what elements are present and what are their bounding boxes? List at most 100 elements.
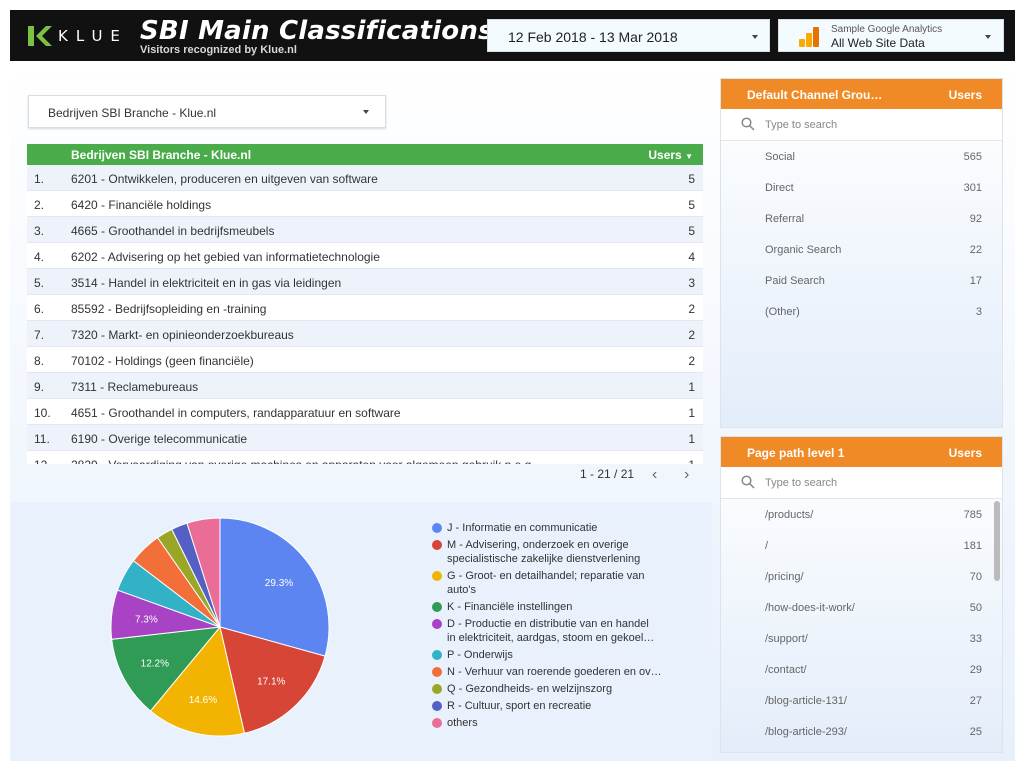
row-users: 5: [688, 172, 695, 186]
list-item[interactable]: / 181: [721, 530, 1002, 561]
row-index: 8.: [34, 354, 45, 368]
scrollbar[interactable]: [994, 501, 1000, 581]
legend-item[interactable]: others: [432, 716, 662, 730]
list-item[interactable]: /pricing/70: [721, 561, 1002, 592]
pagination-label: 1 - 21 / 21: [580, 467, 635, 481]
legend-label-line: K - Financiële instellingen: [447, 601, 573, 613]
row-users: 2: [688, 328, 695, 342]
list-item[interactable]: /contact/29: [721, 654, 1002, 685]
list-item[interactable]: /support/33: [721, 623, 1002, 654]
legend-item[interactable]: Q - Gezondheids- en welzijnszorg: [432, 682, 662, 696]
list-item[interactable]: Paid Search 17: [721, 265, 1002, 296]
list-item-value: 565: [963, 151, 982, 163]
list-item[interactable]: Referral 92: [721, 203, 1002, 234]
data-source-picker[interactable]: Sample Google Analytics All Web Site Dat…: [778, 19, 1004, 52]
legend-item[interactable]: M - Advisering, onderzoek en overige spec…: [432, 538, 662, 566]
legend-item[interactable]: N - Verhuur van roerende goederen en ov…: [432, 665, 662, 679]
channel-panel-title: Default Channel Grou…: [747, 88, 883, 102]
analytics-icon: [799, 27, 819, 47]
table-row[interactable]: 4. 6202 - Advisering op het gebied van in…: [27, 243, 703, 269]
table-row[interactable]: 12. 2829 - Vervaardiging van overige mach…: [27, 451, 703, 464]
row-index: 11.: [34, 432, 50, 446]
row-branche: 6420 - Financiële holdings: [71, 198, 212, 212]
legend-label-line: R - Cultuur, sport en recreatie: [447, 700, 592, 712]
list-item-value: 27: [969, 695, 982, 707]
legend-label-line: J - Informatie en communicatie: [447, 522, 598, 534]
list-item[interactable]: /products/785: [721, 499, 1002, 530]
legend-swatch: [432, 667, 442, 677]
row-index: 7.: [34, 328, 45, 342]
row-users: 5: [688, 224, 695, 238]
list-item-value: 50: [969, 602, 982, 614]
row-branche: 4651 - Groothandel in computers, randapp…: [71, 406, 401, 420]
list-item[interactable]: Organic Search 22: [721, 234, 1002, 265]
list-item[interactable]: /how-does-it-work/50: [721, 592, 1002, 623]
table-row[interactable]: 11. 6190 - Overige telecommunicatie 1: [27, 425, 703, 451]
legend-label-line: M - Advisering, onderzoek en overige: [447, 539, 629, 551]
table-row[interactable]: 1. 6201 - Ontwikkelen, produceren en uitg…: [27, 165, 703, 191]
row-index: 10.: [34, 406, 51, 420]
row-branche: 6201 - Ontwikkelen, produceren en uitgev…: [71, 172, 378, 186]
chevron-down-icon: [363, 110, 369, 114]
row-users: 1: [688, 458, 695, 464]
sort-desc-icon: ▼: [685, 152, 693, 161]
legend-swatch: [432, 571, 442, 581]
row-branche: 7320 - Markt- en opinieonderzoekbureaus: [71, 328, 294, 342]
list-item[interactable]: Direct 301: [721, 172, 1002, 203]
list-item[interactable]: /blog-article-131/27: [721, 685, 1002, 716]
legend-label: others: [447, 716, 478, 730]
table-row[interactable]: 9. 7311 - Reclamebureaus 1: [27, 373, 703, 399]
row-users: 5: [688, 198, 695, 212]
legend-label-line: N - Verhuur van roerende goederen en ov…: [447, 666, 662, 678]
row-users: 2: [688, 302, 695, 316]
column-header-users[interactable]: Users ▼: [648, 148, 693, 162]
legend-item[interactable]: R - Cultuur, sport en recreatie: [432, 699, 662, 713]
table-row[interactable]: 7. 7320 - Markt- en opinieonderzoekbureau…: [27, 321, 703, 347]
list-item-label: Organic Search: [765, 244, 842, 256]
channel-filter-panel: Default Channel Grou… Users Type to sear…: [720, 78, 1003, 428]
list-item-label: (Other): [765, 306, 800, 318]
legend-item[interactable]: J - Informatie en communicatie: [432, 521, 662, 535]
row-users: 1: [688, 406, 695, 420]
chevron-down-icon: [752, 35, 758, 39]
row-users: 1: [688, 432, 695, 446]
table-row[interactable]: 2. 6420 - Financiële holdings 5: [27, 191, 703, 217]
list-item-label: Direct: [765, 182, 794, 194]
path-list: /products/785 / 181/pricing/70/how-does-it…: [721, 499, 1002, 747]
table-row[interactable]: 10. 4651 - Groothandel in computers, rand…: [27, 399, 703, 425]
row-branche: 3514 - Handel in elektriciteit en in gas…: [71, 276, 342, 290]
list-item[interactable]: /blog-article-293/25: [721, 716, 1002, 747]
legend-item[interactable]: D - Productie en distributie van en hand…: [432, 617, 662, 645]
legend-label-line: specialistische zakelijke dienstverlenin…: [447, 553, 641, 565]
row-branche: 2829 - Vervaardiging van overige machine…: [71, 458, 535, 464]
table-row[interactable]: 5. 3514 - Handel in elektriciteit en in g…: [27, 269, 703, 295]
row-index: 3.: [34, 224, 45, 238]
row-branche: 70102 - Holdings (geen financiële): [71, 354, 254, 368]
table-row[interactable]: 3. 4665 - Groothandel in bedrijfsmeubels 5: [27, 217, 703, 243]
list-item-value: 25: [969, 726, 982, 738]
klue-logo: KLUE: [28, 26, 128, 46]
list-item-value: 785: [963, 509, 982, 521]
table-row[interactable]: 6. 85592 - Bedrijfsopleiding en -training…: [27, 295, 703, 321]
legend-item[interactable]: G - Groot- en detailhandel; reparatie va…: [432, 569, 662, 597]
page-path-filter-panel: Page path level 1 Users Type to search /…: [720, 436, 1003, 753]
sbi-branche-filter[interactable]: Bedrijven SBI Branche - Klue.nl: [28, 95, 386, 128]
legend-item[interactable]: P - Onderwijs: [432, 648, 662, 662]
list-item[interactable]: Social 565: [721, 141, 1002, 172]
legend-label: D - Productie en distributie van en hand…: [447, 617, 654, 645]
legend-label-line: in elektriciteit, aardgas, stoom en geko…: [447, 632, 655, 644]
list-item[interactable]: (Other) 3: [721, 296, 1002, 327]
row-index: 6.: [34, 302, 45, 316]
channel-search[interactable]: Type to search: [721, 109, 1002, 141]
legend-label-line: G - Groot- en detailhandel; reparatie va…: [447, 570, 645, 582]
legend-item[interactable]: K - Financiële instellingen: [432, 600, 662, 614]
pie-slice-label: 14.6%: [189, 695, 217, 706]
column-header-branche[interactable]: Bedrijven SBI Branche - Klue.nl: [71, 148, 251, 162]
date-range-picker[interactable]: 12 Feb 2018 - 13 Mar 2018: [487, 19, 770, 52]
row-branche: 85592 - Bedrijfsopleiding en -training: [71, 302, 267, 316]
next-page-icon[interactable]: ›: [684, 466, 689, 484]
path-search-placeholder: Type to search: [765, 477, 838, 489]
prev-page-icon[interactable]: ‹: [652, 466, 657, 484]
path-search[interactable]: Type to search: [721, 467, 1002, 499]
table-row[interactable]: 8. 70102 - Holdings (geen financiële) 2: [27, 347, 703, 373]
